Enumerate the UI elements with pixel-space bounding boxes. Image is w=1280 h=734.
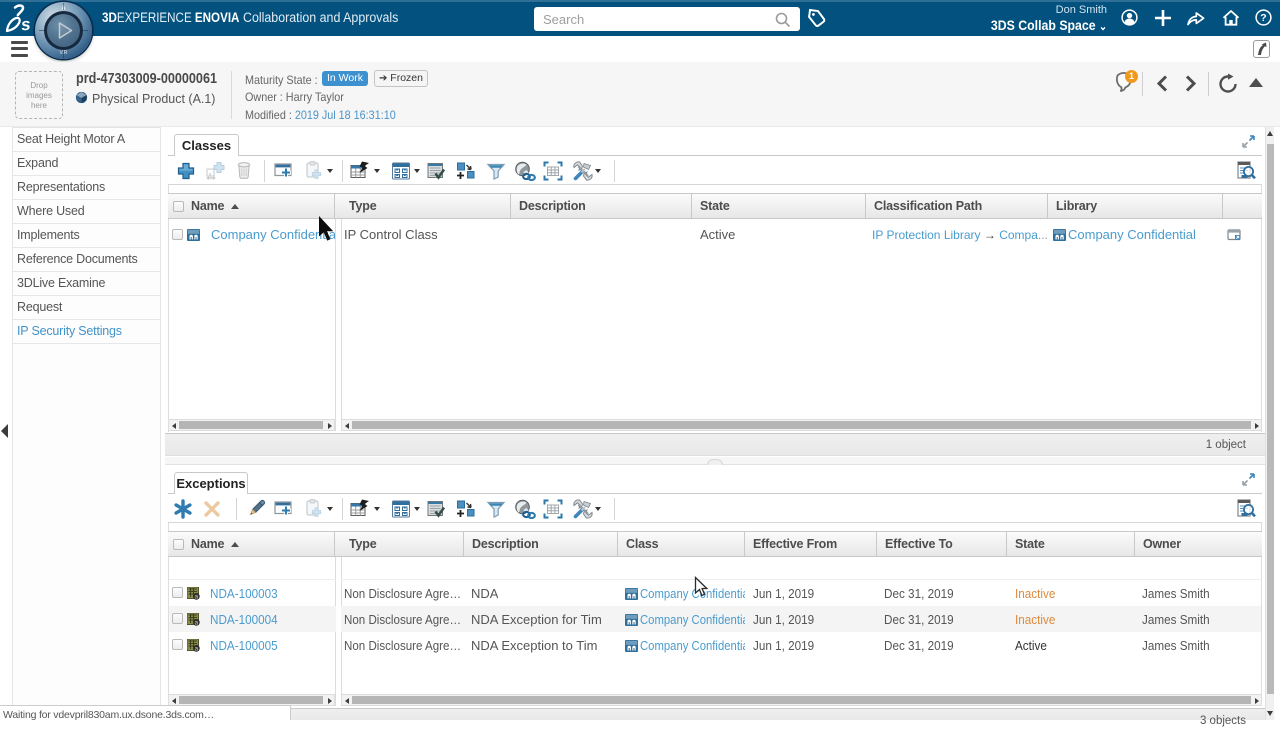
svg-text:V.R: V.R <box>60 50 68 56</box>
svg-text:?: ? <box>1260 12 1266 24</box>
svg-text:a: a <box>194 594 198 600</box>
svg-text:s: s <box>20 15 31 33</box>
svg-text:a: a <box>194 620 198 626</box>
svg-text:a: a <box>194 646 198 652</box>
